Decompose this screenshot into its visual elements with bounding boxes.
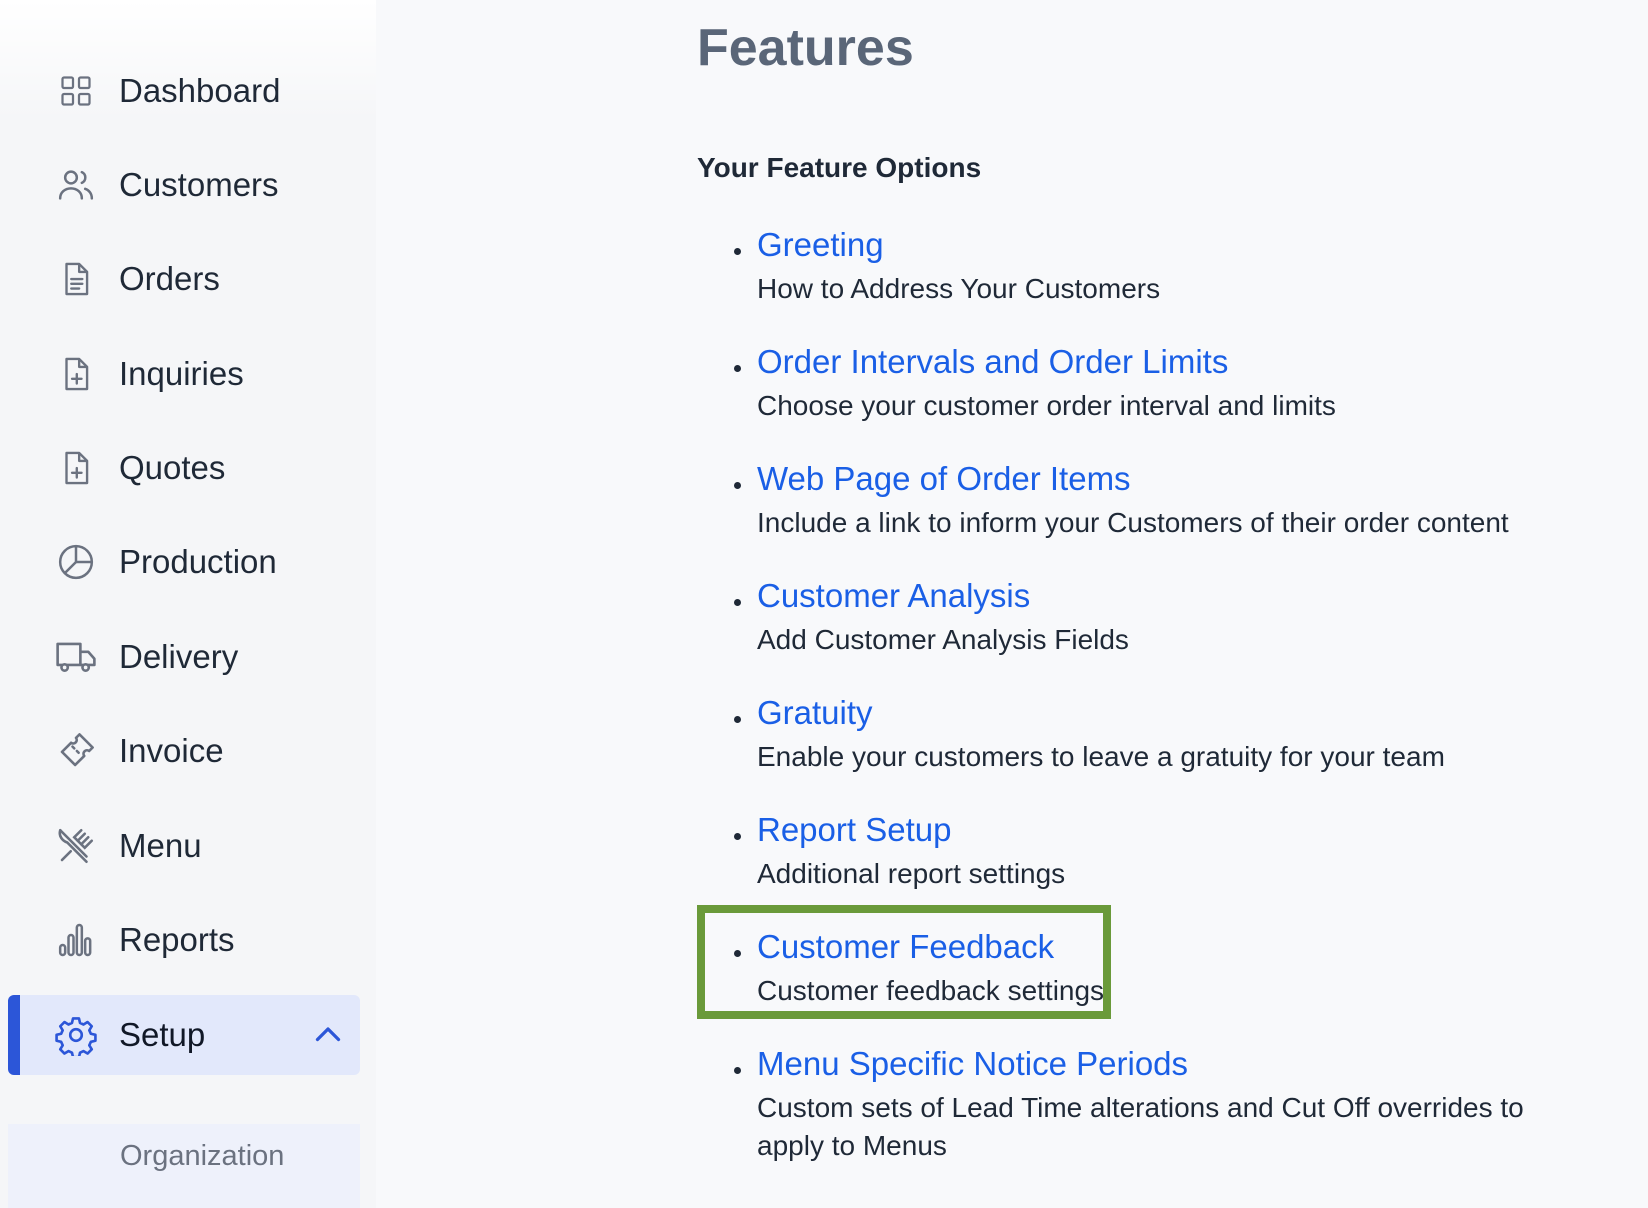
pie-chart-icon xyxy=(54,540,98,584)
sidebar-item-delivery[interactable]: Delivery xyxy=(8,617,360,697)
feature-description: How to Address Your Customers xyxy=(757,273,1161,304)
section-title: Your Feature Options xyxy=(697,152,982,183)
setup-submenu: Organization xyxy=(8,1124,360,1208)
feature-link-customer-analysis[interactable]: Customer Analysis xyxy=(757,577,1030,615)
sidebar-item-label: Customers xyxy=(119,166,279,203)
bullet xyxy=(734,716,741,723)
feature-description: Custom sets of Lead Time alterations and… xyxy=(757,1092,1524,1161)
document-plus-icon xyxy=(54,352,98,396)
utensils-icon xyxy=(54,824,98,868)
bullet xyxy=(734,1067,741,1074)
sidebar-item-invoice[interactable]: Invoice xyxy=(8,711,360,791)
bar-chart-icon xyxy=(54,918,98,962)
bullet xyxy=(734,833,741,840)
feature-description: Customer feedback settings xyxy=(757,975,1105,1006)
feature-description: Include a link to inform your Customers … xyxy=(757,507,1509,538)
bullet xyxy=(734,482,741,489)
main-content: Features Your Feature Options Greeting H… xyxy=(376,0,1648,1208)
ticket-icon xyxy=(54,729,98,773)
sidebar-item-label: Setup xyxy=(119,1016,206,1053)
sidebar-subitem-organization[interactable]: Organization xyxy=(120,1140,284,1173)
truck-icon xyxy=(54,635,98,679)
bullet xyxy=(734,950,741,957)
feature-description: Add Customer Analysis Fields xyxy=(757,624,1129,655)
sidebar-item-quotes[interactable]: Quotes xyxy=(8,428,360,508)
document-icon xyxy=(54,257,98,301)
sidebar-item-customers[interactable]: Customers xyxy=(8,145,360,225)
feature-link-gratuity[interactable]: Gratuity xyxy=(757,694,873,732)
sidebar-item-label: Menu xyxy=(119,827,202,864)
sidebar-item-label: Invoice xyxy=(119,732,224,769)
sidebar-item-label: Delivery xyxy=(119,638,239,675)
sidebar-item-label: Orders xyxy=(119,260,220,297)
feature-link-report-setup[interactable]: Report Setup xyxy=(757,811,951,849)
feature-link-web-page-order-items[interactable]: Web Page of Order Items xyxy=(757,460,1131,498)
sidebar-item-label: Reports xyxy=(119,921,235,958)
sidebar-item-dashboard[interactable]: Dashboard xyxy=(8,51,360,131)
sidebar-item-orders[interactable]: Orders xyxy=(8,239,360,319)
feature-description: Additional report settings xyxy=(757,858,1066,889)
feature-link-greeting[interactable]: Greeting xyxy=(757,226,884,264)
bullet xyxy=(734,365,741,372)
sidebar-item-setup[interactable]: Setup xyxy=(8,995,360,1075)
sidebar-item-label: Production xyxy=(119,543,277,580)
bullet xyxy=(734,599,741,606)
feature-link-menu-notice-periods[interactable]: Menu Specific Notice Periods xyxy=(757,1045,1188,1083)
feature-link-customer-feedback[interactable]: Customer Feedback xyxy=(757,928,1054,966)
users-icon xyxy=(54,163,98,207)
document-plus-icon xyxy=(54,446,98,490)
feature-description: Enable your customers to leave a gratuit… xyxy=(757,741,1445,772)
grid-icon xyxy=(54,69,98,113)
sidebar-item-inquiries[interactable]: Inquiries xyxy=(8,334,360,414)
sidebar-item-reports[interactable]: Reports xyxy=(8,900,360,980)
sidebar: Dashboard Customers Orders Inquiries Quo… xyxy=(0,0,376,1208)
feature-description: Choose your customer order interval and … xyxy=(757,390,1336,421)
page-title: Features xyxy=(697,19,914,77)
sidebar-item-label: Dashboard xyxy=(119,72,281,109)
sidebar-item-menu[interactable]: Menu xyxy=(8,806,360,886)
sidebar-item-label: Inquiries xyxy=(119,355,244,392)
sidebar-item-label: Quotes xyxy=(119,449,226,486)
feature-link-order-intervals[interactable]: Order Intervals and Order Limits xyxy=(757,343,1228,381)
sidebar-item-production[interactable]: Production xyxy=(8,522,360,602)
bullet xyxy=(734,248,741,255)
gear-icon xyxy=(54,1013,98,1057)
chevron-up-icon[interactable] xyxy=(310,1017,346,1053)
